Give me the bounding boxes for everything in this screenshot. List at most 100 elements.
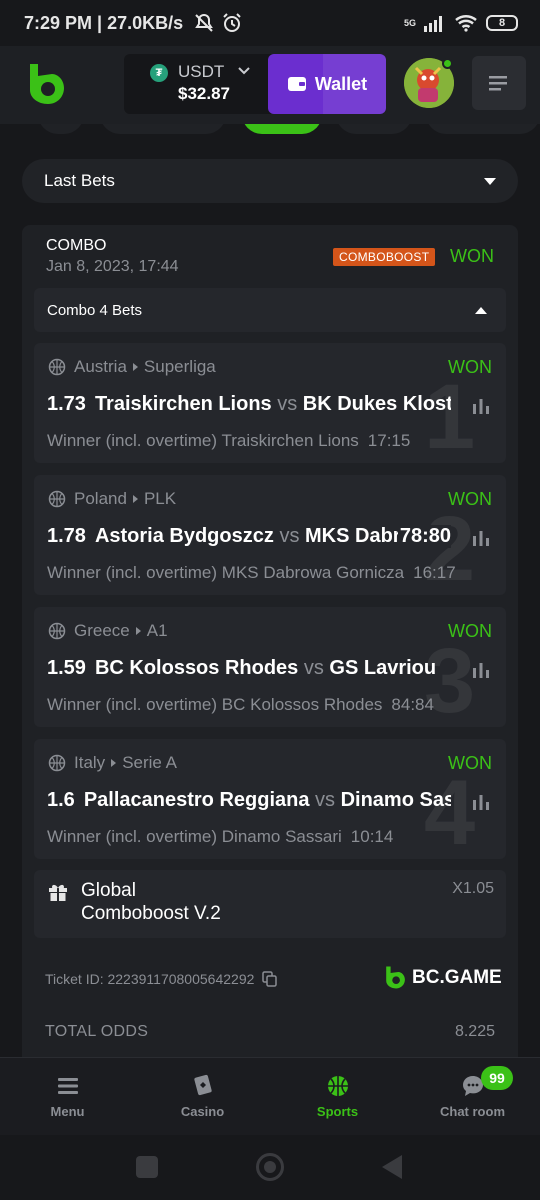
signal-icon (424, 16, 442, 32)
system-nav-bar (0, 1135, 540, 1200)
home-team: Astoria Bydgoszcz (94, 525, 274, 547)
bottom-nav: Menu Casino Sports Chat room 99 (0, 1057, 540, 1135)
back-icon[interactable] (382, 1155, 402, 1179)
side-menu-button[interactable] (472, 56, 526, 110)
market-line: Winner (incl. overtime) BC Kolossos Rhod… (47, 695, 434, 715)
bet-leg[interactable]: 3 Greece A1 WON 1.59 BC Kolossos Rhodes vs… (34, 607, 506, 727)
wallet-label: Wallet (314, 73, 368, 94)
country-name: Italy (74, 753, 106, 772)
bet-leg[interactable]: 4 Italy Serie A WON 1.6 Pallacanestro Regg… (34, 739, 506, 859)
total-odds-value: 8.225 (454, 1023, 495, 1040)
leg-status: WON (448, 753, 492, 773)
basketball-icon (327, 1076, 348, 1096)
caret-down-icon (484, 177, 496, 185)
selection: Dinamo Sassari (221, 827, 342, 846)
market-line: Winner (incl. overtime) MKS Dabrowa Gorn… (47, 563, 456, 583)
final-score: 17:15 (367, 431, 411, 450)
vs-label: vs (277, 393, 298, 415)
tab-pill-active[interactable] (242, 124, 322, 134)
breadcrumb-arrow-icon (135, 627, 141, 635)
currency-label: USDT (178, 62, 225, 81)
league-path[interactable]: Poland PLK (74, 489, 176, 509)
wallet-balance[interactable]: ₮ USDT $32.87 Wallet (124, 54, 386, 114)
selection: Traiskirchen Lions (221, 431, 359, 450)
comboboost-badge: COMBOBOOST (333, 248, 436, 266)
country-name: Poland (74, 489, 127, 508)
market-name: Winner (incl. overtime) (47, 563, 218, 582)
final-score: 10:14 (350, 827, 394, 846)
status-bar: 7:29 PM | 27.0KB/s 5G 8 (0, 0, 540, 46)
alarm-icon (223, 13, 241, 32)
list-menu-icon (489, 76, 507, 91)
away-team: GS Lavriou (329, 657, 437, 679)
copy-icon[interactable] (262, 971, 278, 987)
match-line[interactable]: 1.59 BC Kolossos Rhodes vs GS Lavriou (47, 657, 451, 680)
selection: MKS Dabrowa Gornicza (221, 563, 405, 582)
caret-up-icon (475, 306, 487, 314)
match-line[interactable]: 1.6 Pallacanestro Reggiana vs Dinamo Sass… (47, 789, 451, 812)
match-line[interactable]: 1.78Astoria Bydgoszcz vs MKS Dabrowa Gor… (47, 525, 451, 548)
nav-label: Sports (316, 1104, 359, 1119)
home-team: Pallacanestro Reggiana (83, 789, 310, 811)
leg-odds: 1.73 (47, 393, 86, 415)
nav-casino[interactable]: Casino (135, 1058, 270, 1136)
wifi-icon (455, 15, 477, 32)
balance-amount: $32.87 (178, 84, 230, 103)
stats-icon[interactable] (472, 794, 490, 810)
tether-icon: ₮ (150, 64, 168, 82)
stats-icon[interactable] (472, 662, 490, 678)
boost-title: Global (81, 880, 136, 901)
wallet-button[interactable]: Wallet (268, 54, 386, 114)
league-path[interactable]: Italy Serie A (74, 753, 177, 773)
stats-icon[interactable] (472, 530, 490, 546)
home-team: BC Kolossos Rhodes (94, 657, 299, 679)
league-path[interactable]: Greece A1 (74, 621, 168, 641)
network-type: 5G (403, 18, 416, 28)
combo-bet-card: COMBO Jan 8, 2023, 17:44 COMBOBOOST WON … (22, 225, 518, 1065)
bc-logo-icon[interactable] (26, 62, 66, 108)
market-line: Winner (incl. overtime) Dinamo Sassari 10… (47, 827, 393, 847)
bc-logo-icon (386, 966, 405, 989)
final-score: 16:17 (413, 563, 456, 582)
recents-icon[interactable] (136, 1156, 158, 1178)
market-name: Winner (incl. overtime) (47, 827, 218, 846)
league-name: PLK (143, 489, 177, 508)
brand-logo: BC.GAME (384, 965, 502, 991)
chevron-down-icon[interactable] (238, 66, 250, 76)
bet-leg[interactable]: 2 PolandPLK WON 1.78Astoria Bydgoszcz vs… (34, 475, 506, 595)
mute-bell-icon (195, 13, 213, 32)
sport-tabs-strip[interactable] (0, 124, 540, 136)
last-bets-dropdown[interactable]: Last Bets (22, 159, 518, 203)
home-icon[interactable] (256, 1153, 284, 1181)
stats-icon[interactable] (472, 398, 490, 414)
basketball-icon (48, 490, 66, 508)
breadcrumb-arrow-icon (111, 759, 117, 767)
wallet-icon (287, 77, 306, 91)
leg-status: WON (448, 357, 492, 377)
combo-title: COMBO (46, 237, 107, 254)
online-indicator (442, 58, 453, 69)
match-line[interactable]: 1.73 Traiskirchen Lions vs BK Dukes Klost… (47, 393, 451, 416)
tab-pill[interactable] (100, 124, 226, 134)
tab-pill[interactable] (336, 124, 412, 134)
combo-status: WON (450, 246, 494, 266)
leg-status: WON (448, 489, 492, 509)
league-path[interactable]: Austria Superliga (74, 357, 216, 377)
vs-label: vs (303, 657, 324, 679)
basketball-icon (48, 622, 66, 640)
tab-pill[interactable] (426, 124, 540, 134)
menu-icon (57, 1078, 78, 1094)
bet-leg[interactable]: 1 Austria Superliga WON 1.73 Traiskirchen … (34, 343, 506, 463)
tab-pill[interactable] (38, 124, 84, 134)
nav-menu[interactable]: Menu (0, 1058, 135, 1136)
ticket-id: Ticket ID: 2223911708005642292 (45, 971, 278, 987)
nav-sports[interactable]: Sports (270, 1058, 405, 1136)
leg-number: 4 (424, 762, 476, 859)
market-name: Winner (incl. overtime) (47, 695, 218, 714)
app-header: ₮ USDT $32.87 Wallet (0, 46, 540, 124)
nav-chat[interactable]: Chat room (405, 1058, 540, 1136)
total-odds-label: TOTAL ODDS (45, 1023, 149, 1040)
home-team: Traiskirchen Lions (94, 393, 272, 415)
combo-bets-toggle[interactable]: Combo 4 Bets (34, 288, 506, 332)
nav-label: Menu (50, 1104, 85, 1119)
